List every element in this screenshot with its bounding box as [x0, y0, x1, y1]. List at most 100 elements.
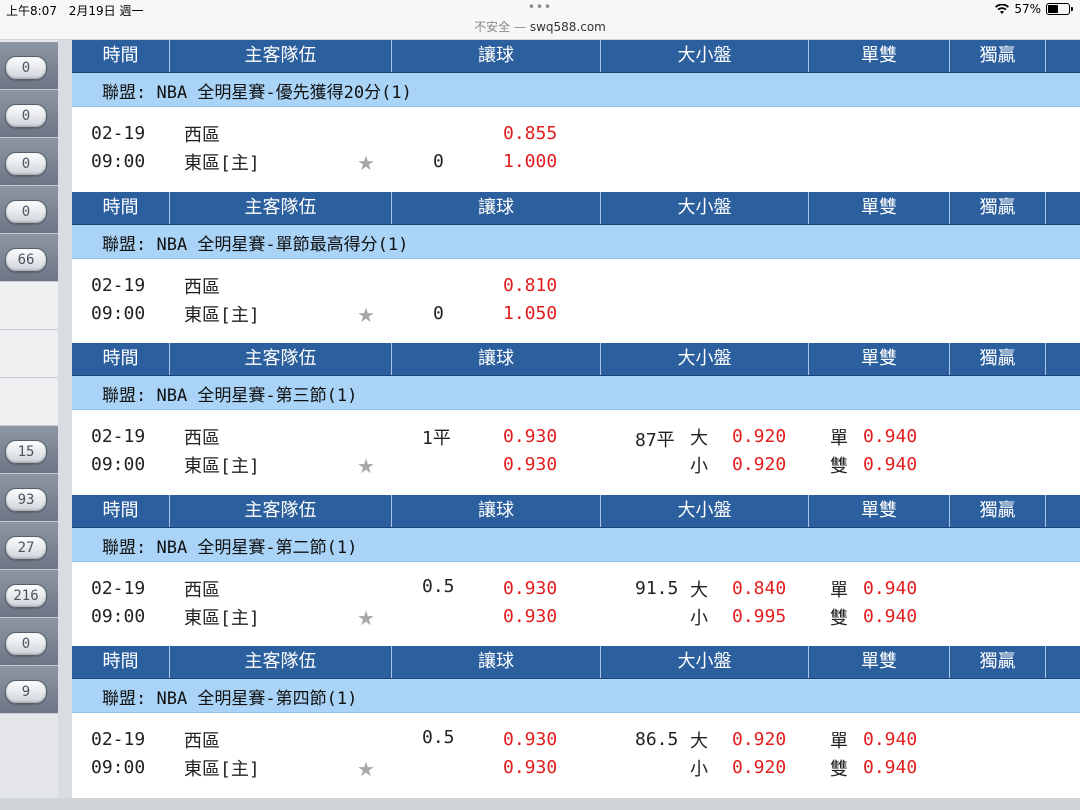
handicap-odds-away[interactable]: 0.930 [503, 578, 557, 599]
sidebar-item[interactable] [0, 282, 58, 330]
count-badge: 216 [5, 584, 47, 608]
handicap-odds-home[interactable]: 0.930 [503, 757, 557, 778]
match-row: 02-19 09:00 西區 東區[主] ★ 0.5 0.930 0.930 86.5 大小 0.9… [72, 713, 1080, 798]
sidebar-item[interactable]: 0 [0, 186, 58, 234]
sidebar-item[interactable]: 15 [0, 426, 58, 474]
sidebar-item[interactable] [0, 330, 58, 378]
sidebar-item[interactable]: 216 [0, 570, 58, 618]
over-odds[interactable]: 0.920 [732, 426, 786, 447]
table-header: 時間 主客隊伍 讓球 大小盤 單雙 獨贏 [72, 343, 1080, 376]
sidebar-item[interactable]: 0 [0, 618, 58, 666]
header-extra [1046, 495, 1080, 527]
under-label: 小 [690, 607, 708, 629]
under-odds[interactable]: 0.995 [732, 606, 786, 627]
status-bar: 上午8:07 2月19日 週一 ••• 不安全 — swq588.com 57% [0, 0, 1080, 40]
under-odds[interactable]: 0.920 [732, 757, 786, 778]
header-extra [1046, 40, 1080, 72]
away-team: 西區 [184, 731, 220, 752]
over-label: 大 [690, 579, 708, 601]
header-over-under: 大小盤 [601, 191, 809, 224]
under-odds[interactable]: 0.920 [732, 454, 786, 475]
odd-odds[interactable]: 0.940 [863, 729, 917, 750]
url-text: swq588.com [529, 20, 606, 34]
match-block: 時間 主客隊伍 讓球 大小盤 單雙 獨贏 聯盟: NBA 全明星賽-第二節(1) 02-19 0… [72, 494, 1080, 647]
odd-label: 單 [830, 428, 848, 449]
sidebar-item[interactable]: 93 [0, 474, 58, 522]
count-badge: 15 [5, 440, 47, 464]
favorite-star-icon[interactable]: ★ [357, 454, 375, 478]
sidebar-item[interactable]: 9 [0, 666, 58, 714]
handicap-odds-home[interactable]: 0.930 [503, 606, 557, 627]
favorite-star-icon[interactable]: ★ [357, 606, 375, 630]
over-under-line: 86.5 [635, 729, 679, 750]
match-time: 09:00 [91, 757, 146, 778]
sidebar-item[interactable]: 0 [0, 90, 58, 138]
league-name: 聯盟: NBA 全明星賽-單節最高得分(1) [102, 234, 409, 255]
match-time: 09:00 [91, 302, 146, 324]
even-odds[interactable]: 0.940 [863, 454, 917, 475]
favorite-star-icon[interactable]: ★ [357, 757, 375, 781]
header-teams: 主客隊伍 [170, 494, 392, 527]
status-right: 57% [995, 2, 1073, 16]
header-odd-even: 單雙 [809, 494, 950, 527]
handicap-odds-away[interactable]: 0.810 [503, 275, 557, 296]
header-time: 時間 [72, 646, 170, 678]
odd-odds[interactable]: 0.940 [863, 578, 917, 599]
odd-odds[interactable]: 0.940 [863, 426, 917, 447]
count-badge: 9 [5, 680, 47, 704]
handicap-odds-away[interactable]: 0.855 [503, 123, 557, 144]
header-handicap: 讓球 [392, 343, 601, 375]
favorite-star-icon[interactable]: ★ [357, 303, 375, 327]
away-team: 西區 [184, 276, 220, 298]
handicap-line: 0.5 [422, 575, 455, 597]
count-badge: 0 [5, 104, 47, 128]
header-handicap: 讓球 [392, 646, 601, 678]
odds-table: 時間 主客隊伍 讓球 大小盤 單雙 獨贏 聯盟: NBA 全明星賽-優先獲得20分(1) 02… [72, 40, 1080, 798]
more-dots-icon[interactable]: ••• [0, 0, 1080, 14]
handicap-odds-home[interactable]: 0.930 [503, 454, 557, 475]
header-over-under: 大小盤 [601, 40, 809, 72]
league-name: 聯盟: NBA 全明星賽-第四節(1) [102, 689, 358, 709]
bottom-strip [0, 798, 1080, 810]
handicap-odds-home[interactable]: 1.000 [503, 151, 557, 172]
over-odds[interactable]: 0.920 [732, 729, 786, 750]
league-row: 聯盟: NBA 全明星賽-第二節(1) [72, 527, 1080, 562]
header-time: 時間 [72, 191, 170, 224]
count-badge: 93 [5, 488, 47, 512]
favorite-star-icon[interactable]: ★ [357, 151, 375, 175]
match-block: 時間 主客隊伍 讓球 大小盤 單雙 獨贏 聯盟: NBA 全明星賽-第三節(1) 02-19 0… [72, 343, 1080, 495]
header-over-under: 大小盤 [601, 494, 809, 527]
handicap-odds-away[interactable]: 0.930 [503, 426, 557, 447]
header-moneyline: 獨贏 [950, 191, 1046, 224]
sidebar-item[interactable] [0, 378, 58, 426]
league-row: 聯盟: NBA 全明星賽-優先獲得20分(1) [72, 73, 1080, 107]
address-bar[interactable]: 不安全 — swq588.com [0, 18, 1080, 35]
header-moneyline: 獨贏 [950, 494, 1046, 527]
sidebar-item[interactable]: 0 [0, 138, 58, 186]
handicap-line: 1平 [422, 428, 451, 449]
battery-icon [1046, 3, 1073, 15]
even-odds[interactable]: 0.940 [863, 757, 917, 778]
even-odds[interactable]: 0.940 [863, 606, 917, 627]
over-odds[interactable]: 0.840 [732, 578, 786, 599]
battery-fill [1048, 5, 1058, 13]
sidebar-item[interactable]: 0 [0, 42, 58, 90]
odd-label: 單 [830, 731, 848, 752]
header-extra [1046, 646, 1080, 678]
sidebar-item[interactable]: 66 [0, 234, 58, 282]
even-label: 雙 [830, 607, 848, 629]
header-time: 時間 [72, 494, 170, 527]
home-team: 東區[主] [184, 607, 260, 629]
header-over-under: 大小盤 [601, 646, 809, 678]
handicap-odds-away[interactable]: 0.930 [503, 729, 557, 750]
match-block: 時間 主客隊伍 讓球 大小盤 單雙 獨贏 聯盟: NBA 全明星賽-第四節(1) 02-19 0… [72, 646, 1080, 798]
match-date: 02-19 [91, 729, 146, 750]
sidebar-item[interactable]: 27 [0, 522, 58, 570]
under-label: 小 [690, 456, 708, 477]
handicap-odds-home[interactable]: 1.050 [503, 303, 557, 324]
count-badge: 0 [5, 152, 47, 176]
header-time: 時間 [72, 343, 170, 375]
odd-label: 單 [830, 579, 848, 601]
header-moneyline: 獨贏 [950, 646, 1046, 678]
header-teams: 主客隊伍 [170, 191, 392, 224]
